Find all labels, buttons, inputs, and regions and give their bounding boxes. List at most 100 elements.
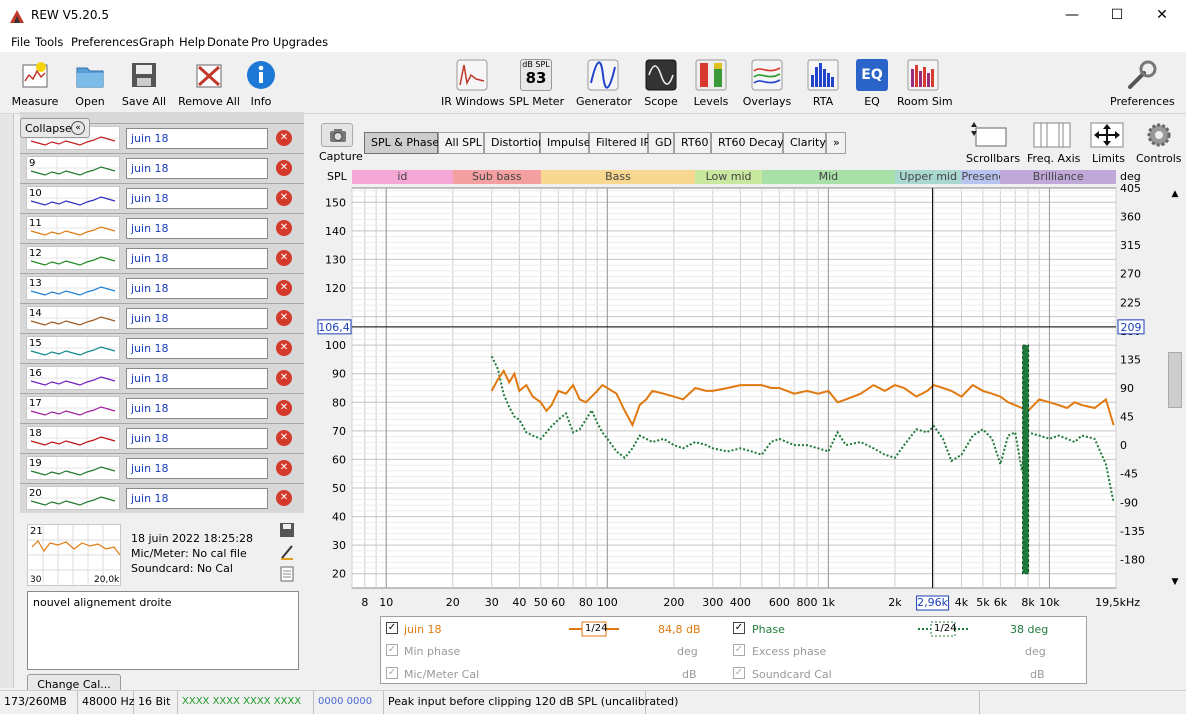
measurement-name-field[interactable]: juin 18 <box>126 158 268 179</box>
controls-button[interactable]: Controls <box>1136 122 1182 168</box>
scrollbars-button[interactable]: Scrollbars <box>966 122 1020 168</box>
measurement-thumbnail[interactable] <box>26 156 120 180</box>
graph-tab[interactable]: Distortion <box>484 132 545 154</box>
menu-donate[interactable]: Donate <box>207 35 249 49</box>
spl-phase-chart[interactable]: 1501401301201009080706050403020405360315… <box>312 184 1186 612</box>
graph-tab[interactable]: RT60 <box>674 132 711 154</box>
measurement-name-field[interactable]: juin 18 <box>126 398 268 419</box>
edit-pencil-icon[interactable] <box>279 544 295 560</box>
spl-checkbox[interactable]: ✓ <box>386 622 398 634</box>
scroll-thumb[interactable] <box>1168 352 1182 408</box>
measurement-row[interactable]: 12 juin 18 ✕ <box>20 243 304 273</box>
delete-measurement-icon[interactable]: ✕ <box>276 340 292 356</box>
scroll-down-arrow-icon[interactable]: ▼ <box>1167 574 1183 590</box>
selected-thumbnail[interactable]: 21 30 20,0k <box>27 524 122 587</box>
spl-tick-label: 140 <box>325 225 346 238</box>
open-button[interactable]: Open <box>64 58 116 114</box>
excess-phase-checkbox[interactable]: ✓ <box>733 644 745 656</box>
measurement-name-field[interactable]: juin 18 <box>126 428 268 449</box>
rta-button[interactable]: RTA <box>806 58 840 114</box>
measurement-row[interactable]: 9 juin 18 ✕ <box>20 153 304 183</box>
delete-measurement-icon[interactable]: ✕ <box>276 460 292 476</box>
menu-help[interactable]: Help <box>179 35 205 49</box>
minimize-button[interactable]: — <box>1049 0 1095 32</box>
measurement-row[interactable]: 20 juin 18 ✕ <box>20 483 304 513</box>
graph-tab[interactable]: GD <box>648 132 674 154</box>
graph-tab[interactable]: » <box>826 132 846 154</box>
measurement-name-field[interactable]: juin 18 <box>126 488 268 509</box>
delete-measurement-icon[interactable]: ✕ <box>276 430 292 446</box>
maximize-button[interactable]: ☐ <box>1094 0 1140 32</box>
measurement-row[interactable]: 16 juin 18 ✕ <box>20 363 304 393</box>
remove-all-button[interactable]: Remove All <box>178 58 240 114</box>
save-all-button[interactable]: Save All <box>120 58 168 114</box>
graph-tab[interactable]: SPL & Phase <box>364 132 439 154</box>
peak-marker[interactable] <box>1022 344 1030 575</box>
graph-tab[interactable]: All SPL <box>438 132 484 154</box>
measurement-name-field[interactable]: juin 18 <box>126 248 268 269</box>
capture-button[interactable] <box>321 123 353 147</box>
menu-graph[interactable]: Graph <box>139 35 174 49</box>
min-phase-checkbox[interactable]: ✓ <box>386 644 398 656</box>
measurement-name-field[interactable]: juin 18 <box>126 128 268 149</box>
graph-tab[interactable]: Impulse <box>540 132 590 154</box>
left-scrollbar[interactable] <box>0 114 14 688</box>
scope-button[interactable]: Scope <box>642 58 680 114</box>
delete-measurement-icon[interactable]: ✕ <box>276 400 292 416</box>
scroll-up-arrow-icon[interactable]: ▲ <box>1167 186 1183 202</box>
delete-measurement-icon[interactable]: ✕ <box>276 490 292 506</box>
measurement-row[interactable]: 13 juin 18 ✕ <box>20 273 304 303</box>
mic-cal-checkbox[interactable]: ✓ <box>386 667 398 679</box>
delete-measurement-icon[interactable]: ✕ <box>276 160 292 176</box>
notes-document-icon[interactable] <box>279 566 295 582</box>
delete-measurement-icon[interactable]: ✕ <box>276 280 292 296</box>
graph-tab[interactable]: Filtered IR <box>589 132 651 154</box>
measurement-row[interactable]: 10 juin 18 ✕ <box>20 183 304 213</box>
delete-measurement-icon[interactable]: ✕ <box>276 310 292 326</box>
measurement-name-field[interactable]: juin 18 <box>126 278 268 299</box>
soundcard-cal-checkbox[interactable]: ✓ <box>733 667 745 679</box>
measurement-row[interactable]: 18 juin 18 ✕ <box>20 423 304 453</box>
measurement-name-field[interactable]: juin 18 <box>126 188 268 209</box>
room-sim-button[interactable]: Room Sim <box>897 58 953 114</box>
measurement-row[interactable]: 11 juin 18 ✕ <box>20 213 304 243</box>
graph-vertical-scrollbar[interactable]: ▲ ▼ <box>1167 186 1183 590</box>
measurement-row[interactable]: 17 juin 18 ✕ <box>20 393 304 423</box>
generator-button[interactable]: Generator <box>576 58 632 114</box>
graph-tab[interactable]: Clarity <box>783 132 826 154</box>
measurement-name-field[interactable]: juin 18 <box>126 458 268 479</box>
delete-measurement-icon[interactable]: ✕ <box>276 250 292 266</box>
collapse-button[interactable]: Collapse « <box>20 118 90 138</box>
phase-checkbox[interactable]: ✓ <box>733 622 745 634</box>
delete-measurement-icon[interactable]: ✕ <box>276 130 292 146</box>
notes-textarea[interactable]: nouvel alignement droite <box>27 591 299 670</box>
eq-button[interactable]: EQ EQ <box>856 58 888 114</box>
graph-tab[interactable]: RT60 Decay <box>711 132 784 154</box>
measurement-name-field[interactable]: juin 18 <box>126 338 268 359</box>
delete-measurement-icon[interactable]: ✕ <box>276 370 292 386</box>
menu-preferences[interactable]: Preferences <box>71 35 139 49</box>
close-window-button[interactable]: ✕ <box>1139 0 1185 32</box>
freq-axis-button[interactable]: Freq. Axis <box>1027 122 1080 168</box>
preferences-button[interactable]: Preferences <box>1110 58 1175 114</box>
save-measurement-icon[interactable] <box>279 522 295 538</box>
levels-button[interactable]: Levels <box>692 58 730 114</box>
menu-file[interactable]: File <box>11 35 30 49</box>
delete-measurement-icon[interactable]: ✕ <box>276 190 292 206</box>
overlays-button[interactable]: Overlays <box>741 58 793 114</box>
ir-windows-button[interactable]: IR Windows <box>441 58 505 114</box>
measurement-name-field[interactable]: juin 18 <box>126 368 268 389</box>
info-button[interactable]: Info <box>246 58 276 114</box>
limits-button[interactable]: Limits <box>1090 122 1126 168</box>
spl-meter-button[interactable]: dB SPL 83 SPL Meter <box>509 58 564 114</box>
delete-measurement-icon[interactable]: ✕ <box>276 220 292 236</box>
measurement-row[interactable]: 14 juin 18 ✕ <box>20 303 304 333</box>
measurement-name-field[interactable]: juin 18 <box>126 308 268 329</box>
measurement-name-field[interactable]: juin 18 <box>126 218 268 239</box>
measurement-row[interactable]: 19 juin 18 ✕ <box>20 453 304 483</box>
measurement-row[interactable]: 15 juin 18 ✕ <box>20 333 304 363</box>
menu-pro-upgrades[interactable]: Pro Upgrades <box>251 35 328 49</box>
menu-tools[interactable]: Tools <box>35 35 63 49</box>
measure-button[interactable]: Measure <box>8 58 62 114</box>
freq-tick-label: 30 <box>485 596 499 609</box>
